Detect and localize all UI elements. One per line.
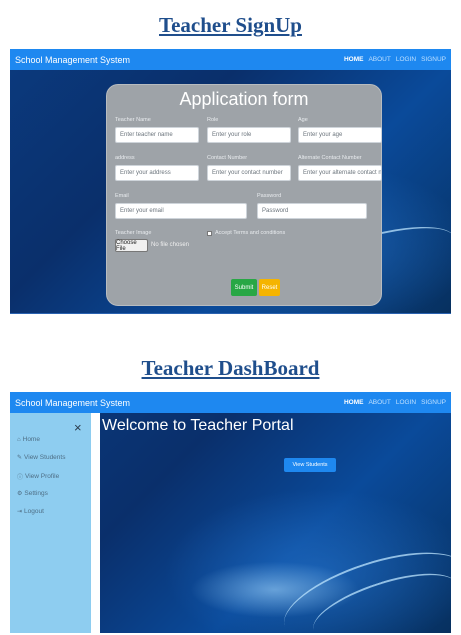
terms-checkbox[interactable] [207, 230, 212, 236]
file-status: No file chosen [151, 242, 190, 248]
age-label: Age [298, 117, 308, 123]
sidebar-edge [91, 413, 100, 633]
sidebar-item-logout[interactable]: ⇥ Logout [17, 508, 44, 515]
address-input[interactable]: Enter your address [115, 165, 199, 181]
sidebar-item-settings[interactable]: ⚙ Settings [17, 490, 48, 497]
sidebar: × ⌂ Home ✎ View Students ⓘ View Profile … [10, 413, 91, 633]
divider [10, 313, 451, 314]
nav-about[interactable]: ABOUT [368, 56, 390, 63]
navbar: School Management System HOME ABOUT LOGI… [10, 392, 451, 413]
teacher-image-label: Teacher Image [115, 230, 152, 236]
nav-links: HOME ABOUT LOGIN SIGNUP [344, 56, 446, 63]
password-input[interactable]: Password [257, 203, 367, 219]
pencil-icon: ✎ [17, 455, 23, 461]
sidebar-item-view-students[interactable]: ✎ View Students [17, 454, 65, 461]
sidebar-item-label: Settings [24, 490, 48, 497]
teacher-name-label: Teacher Name [115, 117, 151, 123]
reset-button[interactable]: Reset [259, 279, 280, 296]
brand-link[interactable]: School Management System [15, 55, 130, 65]
nav-about[interactable]: ABOUT [368, 399, 390, 406]
nav-signup[interactable]: SIGNUP [421, 56, 446, 63]
signup-screenshot: School Management System HOME ABOUT LOGI… [10, 49, 451, 313]
terms-row: Accept Terms and conditions [207, 230, 285, 236]
view-students-button[interactable]: View Students [284, 458, 336, 472]
navbar: School Management System HOME ABOUT LOGI… [10, 49, 451, 70]
alt-contact-label: Alternate Contact Number [298, 155, 362, 161]
role-input[interactable]: Enter your role [207, 127, 291, 143]
dashboard-heading: Teacher DashBoard [141, 356, 320, 380]
contact-label: Contact Number [207, 155, 248, 161]
home-icon: ⌂ [17, 436, 21, 443]
signup-heading: Teacher SignUp [159, 13, 302, 37]
application-form: Application form Teacher Name Enter teac… [106, 84, 382, 306]
email-label: Email [115, 193, 129, 199]
nav-login[interactable]: LOGIN [396, 56, 416, 63]
nav-home[interactable]: HOME [344, 399, 364, 406]
terms-label: Accept Terms and conditions [215, 230, 286, 236]
form-title: Application form [179, 89, 309, 109]
nav-home[interactable]: HOME [344, 56, 364, 63]
nav-login[interactable]: LOGIN [396, 399, 416, 406]
sidebar-item-label: Logout [24, 508, 44, 515]
choose-file-button[interactable]: Choose File [115, 239, 148, 252]
email-input[interactable]: Enter your email [115, 203, 247, 219]
alt-contact-input[interactable]: Enter your alternate contact num [298, 165, 382, 181]
sidebar-item-label: View Profile [25, 473, 60, 480]
address-label: address [115, 155, 135, 161]
brand-link[interactable]: School Management System [15, 398, 130, 408]
age-input[interactable]: Enter your age [298, 127, 382, 143]
contact-input[interactable]: Enter your contact number [207, 165, 291, 181]
password-label: Password [257, 193, 282, 199]
sidebar-item-home[interactable]: ⌂ Home [17, 436, 40, 443]
welcome-title: Welcome to Teacher Portal [102, 417, 294, 434]
sidebar-item-label: Home [22, 436, 40, 443]
teacher-name-input[interactable]: Enter teacher name [115, 127, 199, 143]
submit-button[interactable]: Submit [231, 279, 257, 296]
sidebar-item-view-profile[interactable]: ⓘ View Profile [17, 472, 59, 481]
dashboard-screenshot: School Management System HOME ABOUT LOGI… [10, 392, 451, 633]
nav-links: HOME ABOUT LOGIN SIGNUP [344, 399, 446, 406]
info-icon: ⓘ [17, 475, 24, 481]
role-label: Role [207, 117, 219, 123]
gear-icon: ⚙ [17, 491, 23, 497]
nav-signup[interactable]: SIGNUP [421, 399, 446, 406]
close-icon[interactable]: × [74, 420, 82, 435]
sidebar-item-label: View Students [24, 454, 66, 461]
logout-icon: ⇥ [17, 509, 23, 515]
